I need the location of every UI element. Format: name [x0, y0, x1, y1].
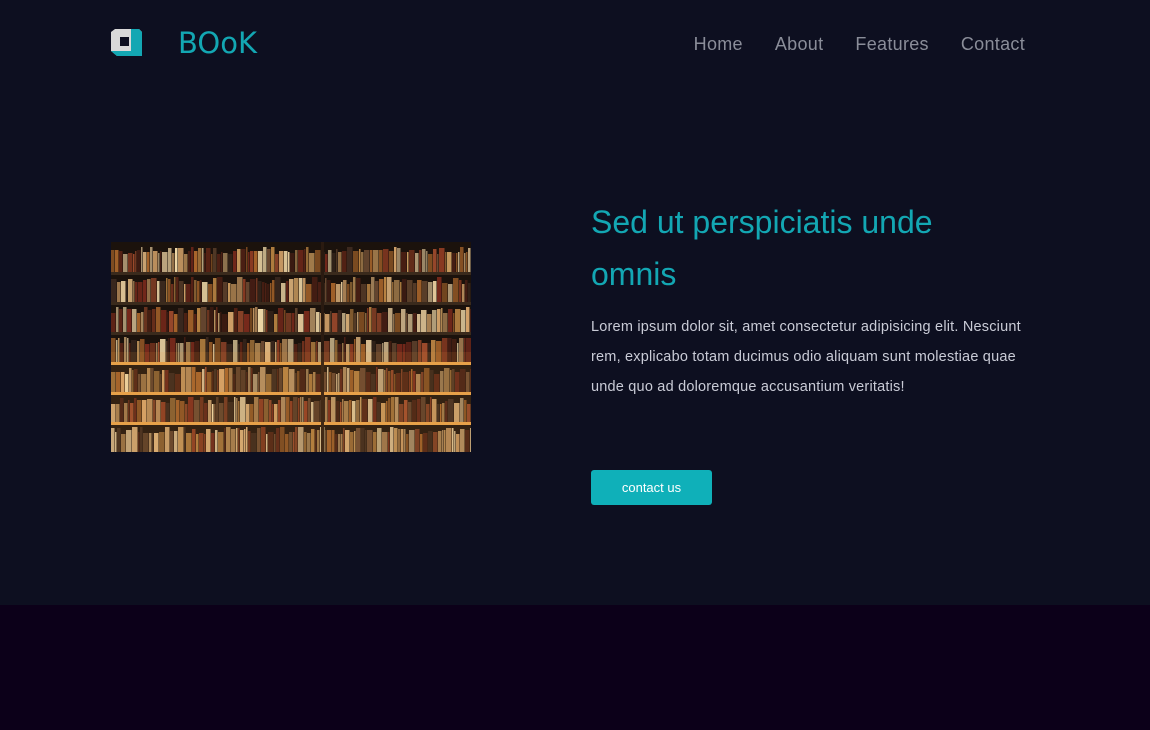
hero-description: Lorem ipsum dolor sit, amet consectetur … — [591, 319, 1021, 395]
nav-home-link[interactable]: Home — [694, 33, 743, 55]
book-logo-icon[interactable] — [111, 29, 142, 56]
site-header: BOoK Home About Features Contact — [0, 0, 1150, 90]
main-nav: Home About Features Contact — [694, 33, 1025, 55]
hero-title: Sed ut perspiciatis unde omnis — [591, 204, 933, 292]
nav-contact-link[interactable]: Contact — [961, 33, 1025, 55]
nav-features-link[interactable]: Features — [855, 33, 928, 55]
contact-us-button[interactable]: contact us — [591, 470, 712, 505]
nav-about-link[interactable]: About — [775, 33, 824, 55]
brand-name[interactable]: BOoK — [178, 26, 257, 60]
footer-band — [0, 605, 1150, 730]
bookshelf-photo — [111, 242, 471, 452]
